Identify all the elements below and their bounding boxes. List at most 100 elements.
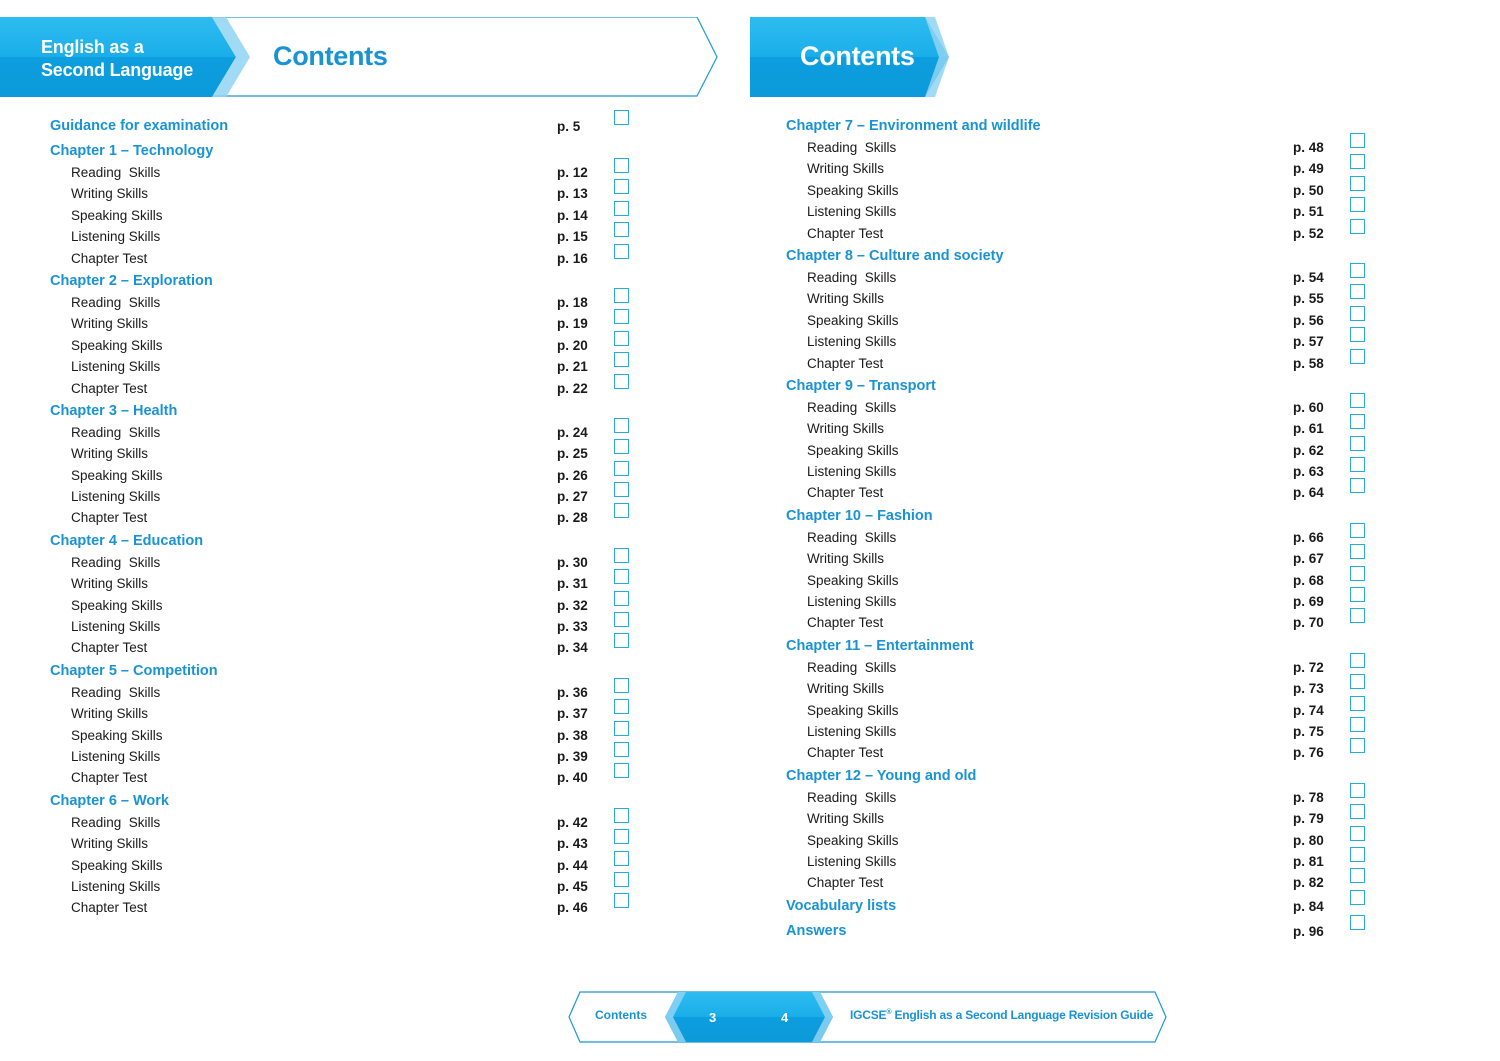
progress-checkbox[interactable]: [614, 222, 629, 238]
chapter-heading: Chapter 12 – Young and old: [786, 765, 1371, 788]
progress-checkbox[interactable]: [614, 590, 629, 606]
progress-checkbox[interactable]: [1350, 327, 1365, 343]
progress-checkbox[interactable]: [614, 110, 629, 125]
progress-checkbox[interactable]: [614, 807, 629, 823]
progress-checkbox[interactable]: [614, 850, 629, 866]
page-reference: p. 80: [1293, 832, 1324, 848]
toc-entry: Speaking Skills p. 44: [50, 850, 635, 877]
page-reference: p. 76: [1293, 745, 1324, 761]
progress-checkbox[interactable]: [614, 720, 629, 736]
progress-checkbox[interactable]: [1350, 544, 1365, 560]
progress-checkbox[interactable]: [614, 677, 629, 693]
page-reference: p. 32: [557, 597, 588, 613]
progress-checkbox[interactable]: [614, 612, 629, 628]
progress-checkbox[interactable]: [1350, 868, 1365, 884]
progress-checkbox[interactable]: [614, 179, 629, 195]
progress-checkbox[interactable]: [1350, 587, 1365, 603]
toc-entry: Reading Skills p. 60: [786, 392, 1371, 419]
progress-checkbox[interactable]: [1350, 522, 1365, 538]
progress-checkbox[interactable]: [1350, 197, 1365, 213]
progress-checkbox[interactable]: [614, 373, 629, 389]
progress-checkbox[interactable]: [1350, 652, 1365, 668]
progress-checkbox[interactable]: [1350, 457, 1365, 473]
progress-checkbox[interactable]: [614, 503, 629, 519]
progress-checkbox[interactable]: [614, 460, 629, 476]
page-reference: p. 84: [1293, 898, 1324, 914]
toc-entry: Listening Skills p. 39: [50, 741, 635, 768]
contents-list-right: Chapter 7 – Environment and wildlife Read…: [786, 115, 1371, 945]
progress-checkbox[interactable]: [1350, 738, 1365, 754]
progress-checkbox[interactable]: [614, 158, 629, 173]
progress-checkbox[interactable]: [614, 633, 629, 649]
progress-checkbox[interactable]: [614, 243, 629, 259]
progress-checkbox[interactable]: [1350, 608, 1365, 624]
progress-checkbox[interactable]: [1350, 305, 1365, 321]
progress-checkbox[interactable]: [1350, 218, 1365, 234]
progress-checkbox[interactable]: [1350, 565, 1365, 581]
progress-checkbox[interactable]: [1350, 435, 1365, 451]
progress-checkbox[interactable]: [1350, 284, 1365, 300]
progress-checkbox[interactable]: [1350, 889, 1365, 905]
progress-checkbox[interactable]: [1350, 414, 1365, 430]
progress-checkbox[interactable]: [1350, 804, 1365, 820]
entry-title: Chapter Test: [71, 380, 148, 396]
progress-checkbox[interactable]: [614, 871, 629, 887]
progress-checkbox[interactable]: [1350, 478, 1365, 494]
progress-checkbox[interactable]: [1350, 674, 1365, 690]
chapter-heading: Chapter 4 – Education: [50, 530, 635, 553]
series-title-line2: Second Language: [41, 60, 194, 80]
chapter-heading: Chapter 10 – Fashion: [786, 505, 1371, 528]
chapter-title: Chapter 12 – Young and old: [786, 767, 977, 784]
progress-checkbox[interactable]: [614, 287, 629, 303]
progress-checkbox[interactable]: [614, 439, 629, 455]
entry-title: Listening Skills: [807, 853, 897, 869]
entry-title: Reading Skills: [807, 659, 897, 675]
progress-checkbox[interactable]: [1350, 175, 1365, 191]
page-reference: p. 5: [557, 119, 581, 134]
toc-entry: Writing Skills p. 79: [786, 804, 1371, 830]
page-reference: p. 78: [1293, 789, 1324, 805]
progress-checkbox[interactable]: [614, 417, 629, 433]
progress-checkbox[interactable]: [1350, 348, 1365, 364]
page-reference: p. 18: [557, 294, 588, 310]
entry-title: Listening Skills: [71, 359, 161, 375]
toc-entry: Listening Skills p. 27: [50, 482, 635, 508]
progress-checkbox[interactable]: [1350, 846, 1365, 862]
progress-checkbox[interactable]: [614, 482, 629, 498]
page-reference: p. 26: [557, 467, 588, 483]
page-reference: p. 45: [557, 878, 588, 894]
entry-title: Answers: [786, 922, 847, 939]
progress-checkbox[interactable]: [1350, 695, 1365, 711]
progress-checkbox[interactable]: [614, 309, 629, 325]
progress-checkbox[interactable]: [614, 569, 629, 585]
progress-checkbox[interactable]: [1350, 914, 1365, 930]
toc-entry: Writing Skills p. 37: [50, 699, 635, 725]
progress-checkbox[interactable]: [614, 829, 629, 845]
progress-checkbox[interactable]: [1350, 716, 1365, 732]
page-reference: p. 19: [557, 316, 588, 332]
progress-checkbox[interactable]: [614, 547, 629, 563]
progress-checkbox[interactable]: [614, 893, 629, 909]
progress-checkbox[interactable]: [614, 330, 629, 346]
progress-checkbox[interactable]: [1350, 262, 1365, 278]
entry-title: Chapter Test: [807, 745, 884, 761]
page-reference: p. 96: [1293, 923, 1324, 939]
contents-list-left: Guidance for examination p. 5 Chapter 1 – …: [50, 110, 635, 920]
progress-checkbox[interactable]: [1350, 825, 1365, 841]
toc-entry: Speaking Skills p. 80: [786, 825, 1371, 852]
progress-checkbox[interactable]: [614, 352, 629, 368]
page-reference: p. 33: [557, 619, 588, 635]
progress-checkbox[interactable]: [1350, 133, 1365, 148]
progress-checkbox[interactable]: [614, 200, 629, 216]
toc-entry: Chapter Test p. 16: [50, 243, 635, 270]
entry-title: Speaking Skills: [807, 832, 899, 848]
progress-checkbox[interactable]: [1350, 154, 1365, 170]
progress-checkbox[interactable]: [1350, 392, 1365, 408]
progress-checkbox[interactable]: [614, 699, 629, 715]
progress-checkbox[interactable]: [614, 741, 629, 757]
progress-checkbox[interactable]: [1350, 782, 1365, 798]
page-reference: p. 20: [557, 337, 588, 353]
toc-entry: Listening Skills p. 33: [50, 612, 635, 638]
page-reference: p. 58: [1293, 355, 1324, 371]
progress-checkbox[interactable]: [614, 763, 629, 779]
